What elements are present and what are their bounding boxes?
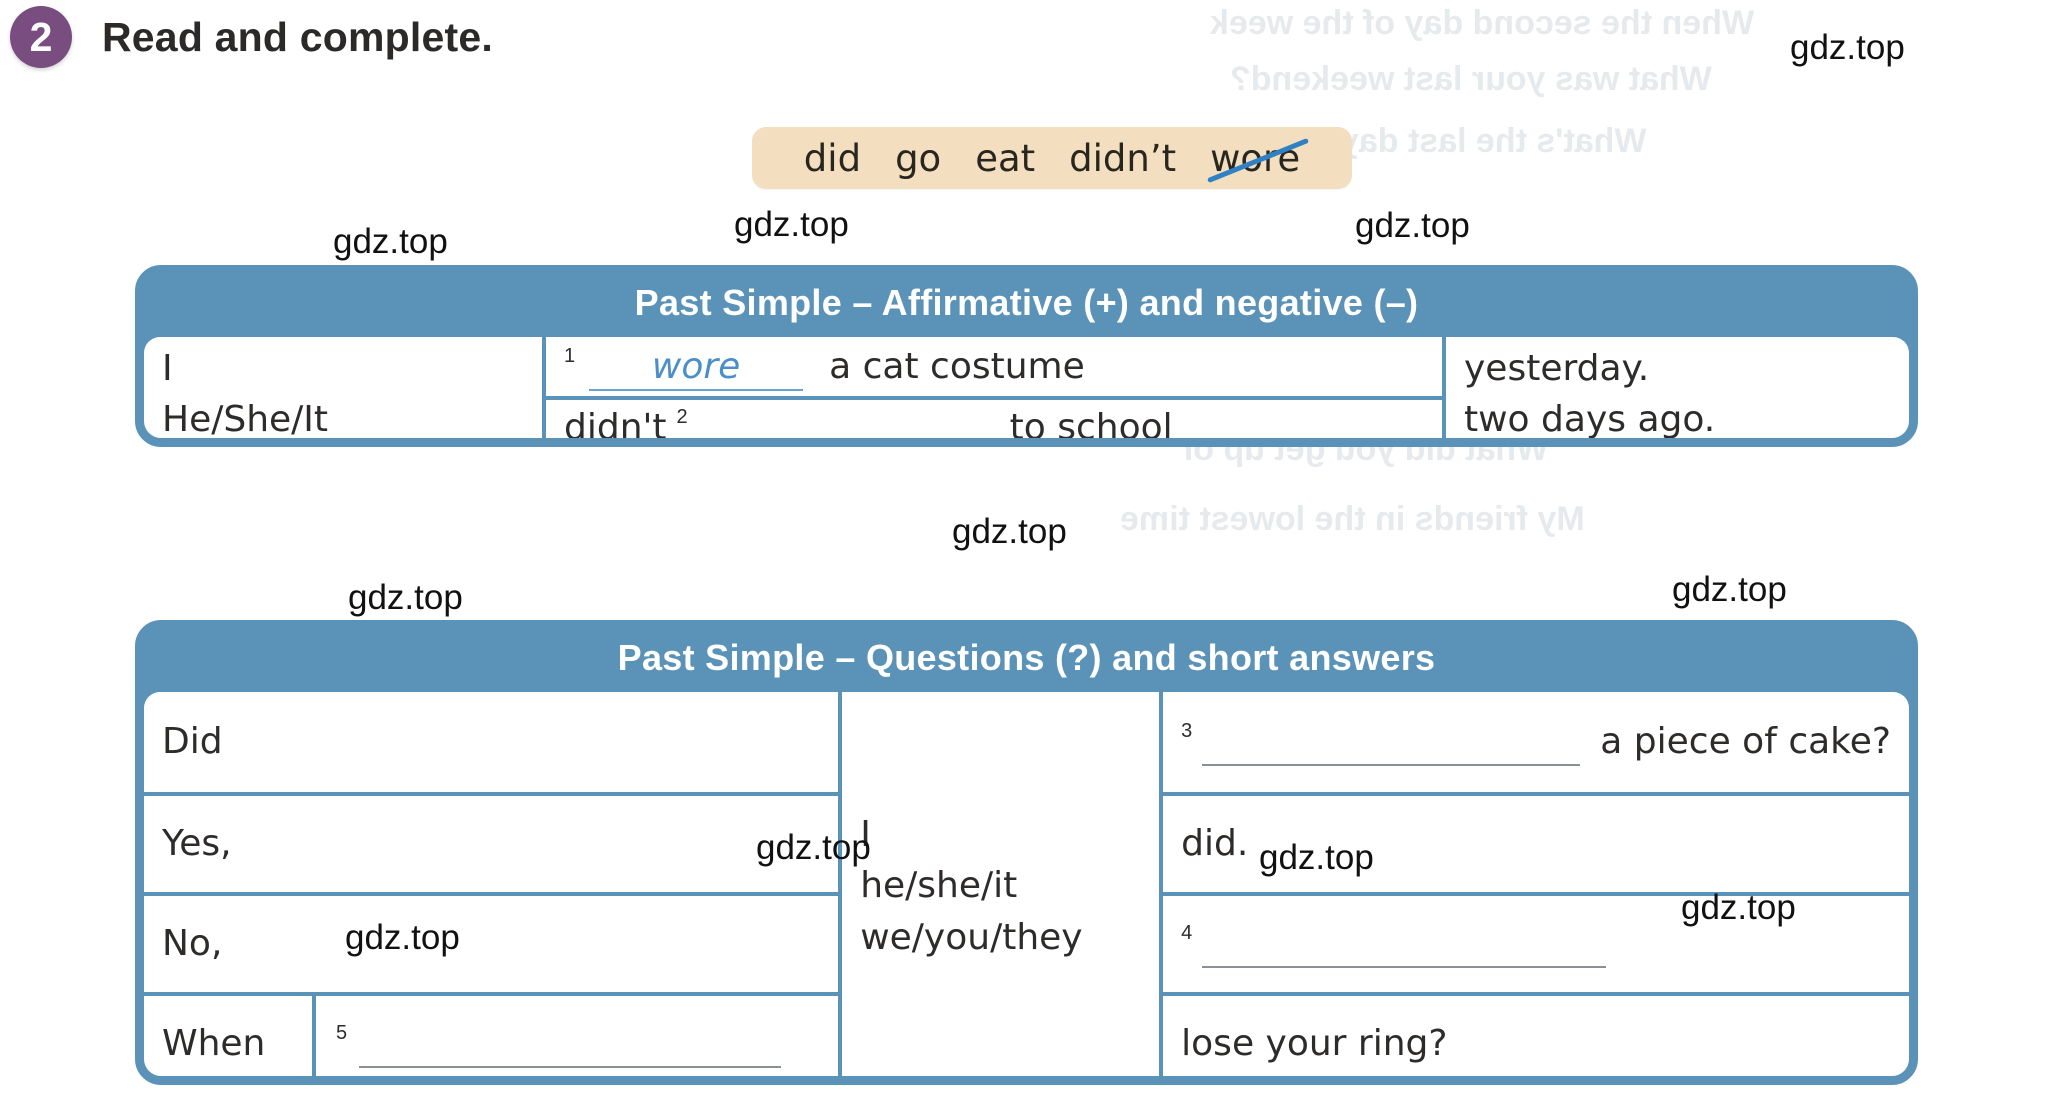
- word-bank-item[interactable]: eat: [975, 137, 1035, 180]
- pronoun-column: I he/she/it we/you/they: [838, 692, 1159, 1076]
- blank-3-wrap[interactable]: 3: [1181, 718, 1581, 766]
- blank-1-wrap[interactable]: 1 wore: [564, 343, 804, 391]
- time-expression-item: yesterday.: [1464, 348, 1650, 389]
- grammar-box-questions-answers: Past Simple – Questions (?) and short an…: [135, 620, 1918, 1085]
- bleed-text: What was your last weekend?: [1230, 60, 1712, 98]
- blank-1-number: 1: [564, 344, 576, 367]
- question-cake-row: 3 a piece of cake?: [1163, 692, 1909, 792]
- word-bank-item[interactable]: did: [804, 137, 861, 180]
- short-answer-did-text: did.: [1181, 823, 1249, 865]
- watermark: gdz.top: [348, 578, 463, 617]
- watermark: gdz.top: [734, 205, 849, 244]
- question-ring-text: lose your ring?: [1181, 1023, 1448, 1065]
- predicate-column: 3 a piece of cake? did. 4 lose your ring…: [1159, 692, 1909, 1076]
- question-word-column: Did Yes, No, When 5: [144, 692, 839, 1076]
- grammar-box-1-title: Past Simple – Affirmative (+) and negati…: [634, 282, 1419, 323]
- row-label-when: When: [162, 1023, 266, 1065]
- blank-5[interactable]: [359, 1020, 782, 1068]
- time-expression-item: two days ago.: [1464, 399, 1716, 441]
- time-expression-item: last week.: [1464, 445, 1715, 447]
- when-row: When 5: [144, 992, 839, 1076]
- question-cake-text: a piece of cake?: [1600, 721, 1891, 763]
- pronoun-item: he/she/it: [860, 865, 1018, 907]
- negative-row: didn't 2 to school: [546, 396, 1442, 447]
- affirmative-phrase: a cat costume: [829, 345, 1085, 387]
- negative-auxiliary: didn't: [564, 406, 667, 447]
- word-bank-item-label: didn’t: [1069, 136, 1177, 180]
- subject-list: I He/She/It We/You/They: [162, 343, 392, 447]
- exercise-number-badge: 2: [10, 6, 72, 68]
- row-label-yes: Yes,: [162, 823, 232, 865]
- pronoun-item: we/you/they: [860, 916, 1083, 958]
- row-label-no: No,: [162, 923, 223, 965]
- affirmative-row: 1 wore a cat costume: [546, 337, 1442, 396]
- blank-3-number: 3: [1181, 720, 1193, 742]
- subject-item: I: [162, 348, 173, 389]
- watermark: gdz.top: [1355, 206, 1470, 245]
- word-bank-item[interactable]: didn’t: [1069, 137, 1176, 180]
- word-bank-item-label: go: [895, 136, 942, 180]
- blank-2-number: 2: [676, 405, 688, 428]
- negative-phrase: to school: [1009, 406, 1173, 447]
- watermark: gdz.top: [333, 222, 448, 261]
- pronoun-list: I he/she/it we/you/they: [860, 809, 1082, 962]
- exercise-header: 2 Read and complete.: [10, 6, 493, 68]
- grammar-box-affirmative-negative: Past Simple – Affirmative (+) and negati…: [135, 265, 1918, 447]
- subject-item: We/You/They: [162, 445, 392, 447]
- word-bank-item[interactable]: go: [895, 137, 941, 180]
- bleed-text: When the second day of the week: [1210, 4, 1755, 42]
- blank-4-wrap[interactable]: 4: [1181, 920, 1607, 968]
- page-title: Read and complete.: [102, 13, 493, 60]
- row-label-did: Did: [162, 721, 223, 763]
- grammar-box-2-title: Past Simple – Questions (?) and short an…: [617, 637, 1436, 678]
- blank-2-wrap[interactable]: 2: [676, 404, 988, 439]
- negative-answer-row: 4: [1163, 892, 1909, 992]
- when-cell-divider: [312, 996, 316, 1076]
- word-bank-item-label: did: [803, 136, 862, 180]
- pronoun-item: I: [860, 814, 871, 856]
- blank-3[interactable]: [1202, 718, 1581, 766]
- blank-5-number: 5: [336, 1022, 348, 1044]
- blank-5-wrap[interactable]: 5: [336, 1020, 782, 1068]
- watermark: gdz.top: [1790, 28, 1905, 67]
- watermark: gdz.top: [1672, 570, 1787, 609]
- word-bank-item[interactable]: wore: [1207, 137, 1310, 184]
- did-row: Did: [144, 692, 838, 792]
- subject-item: He/She/It: [162, 399, 329, 441]
- blank-1-answer: wore: [651, 345, 741, 387]
- bleed-text: My friends in the lowest time: [1120, 500, 1585, 538]
- blank-4[interactable]: [1202, 920, 1607, 968]
- no-row: No,: [144, 892, 839, 992]
- watermark: gdz.top: [952, 512, 1067, 551]
- blank-4-number: 4: [1181, 922, 1193, 944]
- question-ring-row: lose your ring?: [1163, 992, 1909, 1076]
- short-answer-did-row: did.: [1163, 792, 1909, 892]
- blank-1[interactable]: wore: [589, 343, 804, 391]
- time-expression-list: yesterday. two days ago. last week.: [1464, 343, 1716, 447]
- verb-phrase-column: 1 wore a cat costume didn't 2 to school: [542, 337, 1442, 447]
- subjects-column: I He/She/It We/You/They: [144, 337, 542, 447]
- yes-row: Yes,: [144, 792, 839, 892]
- word-bank: didgoeat didn’t wore: [752, 127, 1352, 189]
- blank-2[interactable]: [698, 404, 988, 439]
- time-expressions-column: yesterday. two days ago. last week.: [1442, 337, 1909, 447]
- word-bank-item-label: eat: [975, 136, 1036, 180]
